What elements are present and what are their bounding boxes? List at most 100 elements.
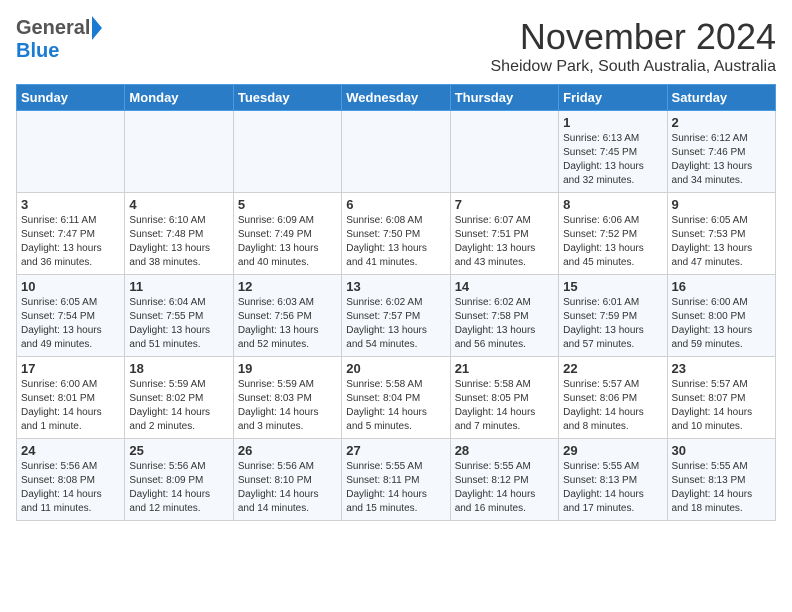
- calendar-cell: 30 Sunrise: 5:55 AM Sunset: 8:13 PM Dayli…: [667, 439, 775, 521]
- calendar-week-3: 17 Sunrise: 6:00 AM Sunset: 8:01 PM Dayli…: [17, 357, 776, 439]
- day-info: Sunrise: 5:55 AM Sunset: 8:11 PM Dayligh…: [346, 460, 445, 516]
- day-number: 29: [563, 443, 662, 458]
- day-info: Sunrise: 6:12 AM Sunset: 7:46 PM Dayligh…: [672, 132, 771, 188]
- day-info: Sunrise: 5:56 AM Sunset: 8:08 PM Dayligh…: [21, 460, 120, 516]
- calendar-cell: 27 Sunrise: 5:55 AM Sunset: 8:11 PM Dayli…: [342, 439, 450, 521]
- weekday-header-row: SundayMondayTuesdayWednesdayThursdayFrid…: [17, 85, 776, 111]
- day-number: 6: [346, 197, 445, 212]
- calendar-header: SundayMondayTuesdayWednesdayThursdayFrid…: [17, 85, 776, 111]
- calendar-cell: 28Sunrise: 5:55 AM Sunset: 8:12 PM Dayli…: [450, 439, 558, 521]
- day-number: 17: [21, 361, 120, 376]
- logo: General Blue: [16, 16, 102, 63]
- weekday-header-saturday: Saturday: [667, 85, 775, 111]
- calendar-cell: 3 Sunrise: 6:11 AM Sunset: 7:47 PM Daylig…: [17, 193, 125, 275]
- calendar-cell: 17 Sunrise: 6:00 AM Sunset: 8:01 PM Dayli…: [17, 357, 125, 439]
- calendar-cell: 5 Sunrise: 6:09 AM Sunset: 7:49 PM Daylig…: [233, 193, 341, 275]
- title-section: November 2024 Sheidow Park, South Austra…: [491, 16, 777, 76]
- calendar-cell: 26Sunrise: 5:56 AM Sunset: 8:10 PM Dayli…: [233, 439, 341, 521]
- day-info: Sunrise: 6:09 AM Sunset: 7:49 PM Dayligh…: [238, 214, 337, 270]
- day-number: 27: [346, 443, 445, 458]
- location-title: Sheidow Park, South Australia, Australia: [491, 58, 777, 76]
- calendar-cell: 12Sunrise: 6:03 AM Sunset: 7:56 PM Dayli…: [233, 275, 341, 357]
- day-number: 21: [455, 361, 554, 376]
- calendar-cell: [17, 111, 125, 193]
- calendar-cell: [233, 111, 341, 193]
- weekday-header-sunday: Sunday: [17, 85, 125, 111]
- calendar-cell: 9 Sunrise: 6:05 AM Sunset: 7:53 PM Daylig…: [667, 193, 775, 275]
- day-number: 16: [672, 279, 771, 294]
- day-info: Sunrise: 6:00 AM Sunset: 8:01 PM Dayligh…: [21, 378, 120, 434]
- calendar-cell: 16Sunrise: 6:00 AM Sunset: 8:00 PM Dayli…: [667, 275, 775, 357]
- calendar-cell: 13 Sunrise: 6:02 AM Sunset: 7:57 PM Dayli…: [342, 275, 450, 357]
- day-number: 15: [563, 279, 662, 294]
- day-info: Sunrise: 6:07 AM Sunset: 7:51 PM Dayligh…: [455, 214, 554, 270]
- weekday-header-tuesday: Tuesday: [233, 85, 341, 111]
- calendar-week-0: 1 Sunrise: 6:13 AM Sunset: 7:45 PM Daylig…: [17, 111, 776, 193]
- calendar-cell: [450, 111, 558, 193]
- day-info: Sunrise: 6:01 AM Sunset: 7:59 PM Dayligh…: [563, 296, 662, 352]
- calendar-cell: 4 Sunrise: 6:10 AM Sunset: 7:48 PM Daylig…: [125, 193, 233, 275]
- day-info: Sunrise: 6:04 AM Sunset: 7:55 PM Dayligh…: [129, 296, 228, 352]
- calendar-body: 1 Sunrise: 6:13 AM Sunset: 7:45 PM Daylig…: [17, 111, 776, 521]
- day-info: Sunrise: 6:13 AM Sunset: 7:45 PM Dayligh…: [563, 132, 662, 188]
- calendar-cell: 23 Sunrise: 5:57 AM Sunset: 8:07 PM Dayli…: [667, 357, 775, 439]
- logo-general: General: [16, 17, 90, 40]
- day-info: Sunrise: 6:05 AM Sunset: 7:53 PM Dayligh…: [672, 214, 771, 270]
- day-number: 24: [21, 443, 120, 458]
- calendar-cell: 11 Sunrise: 6:04 AM Sunset: 7:55 PM Dayli…: [125, 275, 233, 357]
- calendar-cell: 29 Sunrise: 5:55 AM Sunset: 8:13 PM Dayli…: [559, 439, 667, 521]
- calendar-cell: 22 Sunrise: 5:57 AM Sunset: 8:06 PM Dayli…: [559, 357, 667, 439]
- day-number: 9: [672, 197, 771, 212]
- calendar-week-1: 3 Sunrise: 6:11 AM Sunset: 7:47 PM Daylig…: [17, 193, 776, 275]
- day-number: 1: [563, 115, 662, 130]
- day-number: 20: [346, 361, 445, 376]
- day-number: 28: [455, 443, 554, 458]
- month-title: November 2024: [491, 16, 777, 58]
- calendar-cell: 19 Sunrise: 5:59 AM Sunset: 8:03 PM Dayli…: [233, 357, 341, 439]
- day-info: Sunrise: 5:55 AM Sunset: 8:13 PM Dayligh…: [563, 460, 662, 516]
- weekday-header-thursday: Thursday: [450, 85, 558, 111]
- day-info: Sunrise: 5:57 AM Sunset: 8:07 PM Dayligh…: [672, 378, 771, 434]
- day-number: 11: [129, 279, 228, 294]
- day-number: 4: [129, 197, 228, 212]
- day-info: Sunrise: 6:02 AM Sunset: 7:58 PM Dayligh…: [455, 296, 554, 352]
- day-number: 7: [455, 197, 554, 212]
- day-number: 5: [238, 197, 337, 212]
- day-number: 22: [563, 361, 662, 376]
- calendar-cell: [125, 111, 233, 193]
- day-info: Sunrise: 6:06 AM Sunset: 7:52 PM Dayligh…: [563, 214, 662, 270]
- day-number: 3: [21, 197, 120, 212]
- day-number: 13: [346, 279, 445, 294]
- day-info: Sunrise: 6:10 AM Sunset: 7:48 PM Dayligh…: [129, 214, 228, 270]
- day-number: 26: [238, 443, 337, 458]
- day-number: 23: [672, 361, 771, 376]
- day-info: Sunrise: 5:57 AM Sunset: 8:06 PM Dayligh…: [563, 378, 662, 434]
- day-info: Sunrise: 5:59 AM Sunset: 8:02 PM Dayligh…: [129, 378, 228, 434]
- day-info: Sunrise: 5:59 AM Sunset: 8:03 PM Dayligh…: [238, 378, 337, 434]
- calendar-cell: 15 Sunrise: 6:01 AM Sunset: 7:59 PM Dayli…: [559, 275, 667, 357]
- weekday-header-friday: Friday: [559, 85, 667, 111]
- calendar-cell: 20 Sunrise: 5:58 AM Sunset: 8:04 PM Dayli…: [342, 357, 450, 439]
- logo-blue: Blue: [16, 40, 59, 63]
- day-number: 8: [563, 197, 662, 212]
- logo-triangle-icon: [92, 16, 102, 40]
- calendar-cell: 18 Sunrise: 5:59 AM Sunset: 8:02 PM Dayli…: [125, 357, 233, 439]
- day-number: 18: [129, 361, 228, 376]
- day-info: Sunrise: 6:05 AM Sunset: 7:54 PM Dayligh…: [21, 296, 120, 352]
- calendar-table: SundayMondayTuesdayWednesdayThursdayFrid…: [16, 84, 776, 521]
- calendar-cell: 14Sunrise: 6:02 AM Sunset: 7:58 PM Dayli…: [450, 275, 558, 357]
- calendar-cell: 21Sunrise: 5:58 AM Sunset: 8:05 PM Dayli…: [450, 357, 558, 439]
- calendar-cell: 25Sunrise: 5:56 AM Sunset: 8:09 PM Dayli…: [125, 439, 233, 521]
- day-info: Sunrise: 6:02 AM Sunset: 7:57 PM Dayligh…: [346, 296, 445, 352]
- calendar-week-4: 24 Sunrise: 5:56 AM Sunset: 8:08 PM Dayli…: [17, 439, 776, 521]
- calendar-cell: 6 Sunrise: 6:08 AM Sunset: 7:50 PM Daylig…: [342, 193, 450, 275]
- day-number: 25: [129, 443, 228, 458]
- day-info: Sunrise: 6:08 AM Sunset: 7:50 PM Dayligh…: [346, 214, 445, 270]
- day-number: 30: [672, 443, 771, 458]
- day-number: 10: [21, 279, 120, 294]
- calendar-cell: [342, 111, 450, 193]
- day-number: 19: [238, 361, 337, 376]
- day-info: Sunrise: 6:11 AM Sunset: 7:47 PM Dayligh…: [21, 214, 120, 270]
- day-info: Sunrise: 5:55 AM Sunset: 8:13 PM Dayligh…: [672, 460, 771, 516]
- day-info: Sunrise: 5:58 AM Sunset: 8:04 PM Dayligh…: [346, 378, 445, 434]
